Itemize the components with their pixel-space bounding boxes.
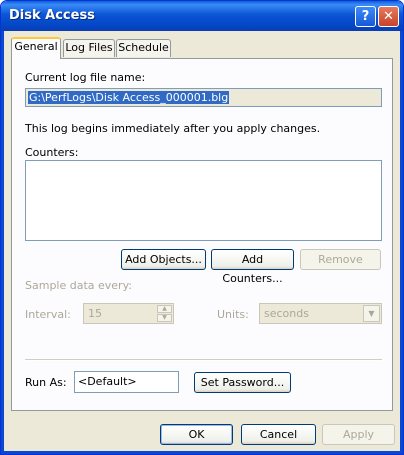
title-bar[interactable]: Disk Access ? ✕ xyxy=(1,1,403,31)
sample-data-label: Sample data every: xyxy=(25,279,132,292)
separator xyxy=(25,359,382,361)
add-objects-button[interactable]: Add Objects... xyxy=(121,249,206,270)
ok-button[interactable]: OK xyxy=(160,424,233,445)
spin-down-icon[interactable]: ▼ xyxy=(157,314,172,322)
window-title: Disk Access xyxy=(9,8,95,23)
info-text: This log begins immediately after you ap… xyxy=(25,122,321,135)
window-frame-right xyxy=(400,31,403,454)
units-select[interactable]: seconds ▼ xyxy=(259,303,382,324)
close-icon[interactable]: ✕ xyxy=(378,6,399,27)
current-log-value: G:\PerfLogs\Disk Access_000001.blg xyxy=(28,91,230,104)
chevron-down-icon[interactable]: ▼ xyxy=(363,305,380,322)
spinner-buttons: ▲ ▼ xyxy=(157,305,172,322)
counters-label: Counters: xyxy=(25,146,79,159)
run-as-input[interactable]: <Default> xyxy=(74,371,179,393)
current-log-field[interactable]: G:\PerfLogs\Disk Access_000001.blg xyxy=(25,88,382,107)
apply-button[interactable]: Apply xyxy=(322,424,395,445)
close-glyph: ✕ xyxy=(383,9,394,24)
set-password-button[interactable]: Set Password... xyxy=(194,372,291,393)
counters-list[interactable] xyxy=(25,160,382,241)
window-frame-left xyxy=(1,31,4,454)
interval-value: 15 xyxy=(88,307,102,320)
current-log-label: Current log file name: xyxy=(25,71,146,84)
remove-button[interactable]: Remove xyxy=(300,249,381,270)
window-frame-bottom xyxy=(1,451,403,454)
help-glyph: ? xyxy=(361,9,370,24)
units-label: Units: xyxy=(217,308,249,321)
add-counters-button[interactable]: Add Counters... xyxy=(211,249,294,285)
tab-log-files[interactable]: Log Files xyxy=(63,39,115,57)
interval-spinner[interactable]: 15 ▲ ▼ xyxy=(83,303,174,324)
tab-schedule[interactable]: Schedule xyxy=(116,39,171,57)
tab-general[interactable]: General xyxy=(11,37,61,59)
help-icon[interactable]: ? xyxy=(355,6,376,27)
spin-up-icon[interactable]: ▲ xyxy=(157,305,172,313)
disk-access-dialog: Disk Access ? ✕ General Log Files Schedu… xyxy=(0,0,404,455)
run-as-label: Run As: xyxy=(25,376,67,389)
cancel-button[interactable]: Cancel xyxy=(241,424,316,445)
interval-label: Interval: xyxy=(25,308,71,321)
units-value: seconds xyxy=(264,307,309,320)
